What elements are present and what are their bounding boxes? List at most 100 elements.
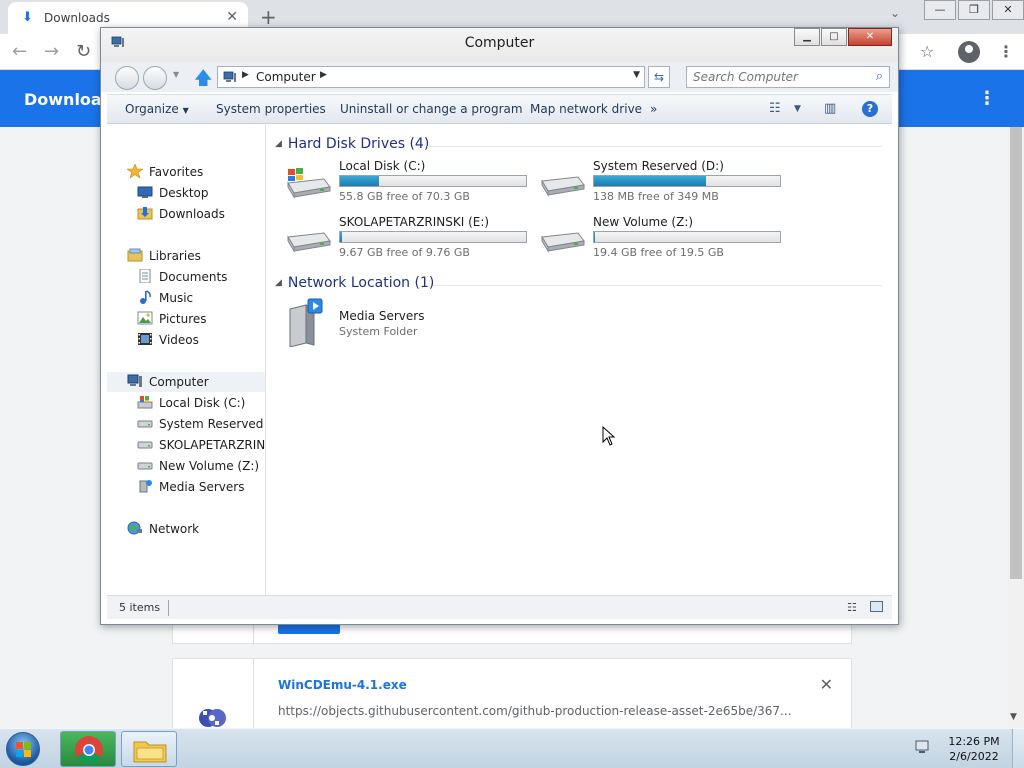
sidebar-item-libraries[interactable]: Libraries xyxy=(107,246,265,266)
view-options-dropdown-icon[interactable]: ▼ xyxy=(794,104,801,114)
group-header-network-location[interactable]: ◢ Network Location (1) xyxy=(275,275,434,291)
drive-free-space: 138 MB free of 349 MB xyxy=(593,190,719,203)
change-view-icon[interactable]: ☷ xyxy=(769,101,781,116)
search-input[interactable] xyxy=(687,67,865,87)
refresh-button[interactable]: ⇆ xyxy=(648,66,670,88)
drive-system-reserved-d[interactable]: System Reserved (D:) 138 MB free of 349 … xyxy=(538,159,788,207)
address-bar[interactable]: ▶ Computer ▶ ▼ xyxy=(217,66,645,88)
explorer-window: Computer ▁ □ ✕ ▼ 🡅 ▶ Computer ▶ ▼ ⇆ ⌕ xyxy=(100,27,899,625)
profile-avatar-icon[interactable] xyxy=(958,41,980,63)
drive-new-volume-z[interactable]: New Volume (Z:) 19.4 GB free of 19.5 GB xyxy=(538,215,788,263)
drive-usage-bar xyxy=(339,175,527,187)
page-scrollbar-thumb[interactable] xyxy=(1010,127,1022,579)
drive-local-disk-c[interactable]: Local Disk (C:) 55.8 GB free of 70.3 GB xyxy=(284,159,534,207)
sidebar-item-new-volume[interactable]: New Volume (Z:) xyxy=(107,456,265,476)
sidebar-item-network[interactable]: Network xyxy=(107,519,265,539)
card-divider xyxy=(253,659,254,739)
reload-icon[interactable]: ↻ xyxy=(76,41,91,62)
organize-label: Organize xyxy=(125,102,179,116)
download-file-link[interactable]: WinCDEmu-4.1.exe xyxy=(278,678,407,692)
drive-skola-e[interactable]: SKOLAPETARZRINSKI (E:) 9.67 GB free of 9… xyxy=(284,215,534,263)
chrome-minimize-button[interactable]: — xyxy=(924,0,956,20)
sidebar-item-media-servers[interactable]: Media Servers xyxy=(107,477,265,497)
maximize-button[interactable]: □ xyxy=(821,28,847,46)
windows-drive-icon xyxy=(287,168,331,199)
system-clock[interactable]: 12:26 PM 2/6/2022 xyxy=(942,734,1006,764)
map-network-drive-button[interactable]: Map network drive xyxy=(530,102,642,116)
drive-free-space: 9.67 GB free of 9.76 GB xyxy=(339,246,470,259)
close-button[interactable]: ✕ xyxy=(848,28,892,46)
mouse-cursor-icon xyxy=(602,426,616,446)
bookmark-star-icon[interactable]: ☆ xyxy=(920,42,934,61)
show-desktop-button[interactable] xyxy=(1012,729,1024,768)
sidebar-item-label: System Reserved (D: xyxy=(159,417,265,431)
chrome-close-button[interactable]: ✕ xyxy=(992,0,1024,20)
help-icon[interactable]: ? xyxy=(862,101,878,117)
start-button[interactable] xyxy=(6,732,40,766)
sidebar-item-documents[interactable]: Documents xyxy=(107,267,265,287)
new-tab-button[interactable]: + xyxy=(260,5,277,29)
remove-download-icon[interactable]: ✕ xyxy=(820,675,833,694)
clock-time: 12:26 PM xyxy=(948,735,1000,748)
sidebar-item-music[interactable]: Music xyxy=(107,288,265,308)
sidebar-item-desktop[interactable]: Desktop xyxy=(107,183,265,203)
collapse-triangle-icon[interactable]: ◢ xyxy=(275,139,282,149)
sidebar-item-pictures[interactable]: Pictures xyxy=(107,309,265,329)
scroll-down-arrow-icon[interactable]: ▼ xyxy=(1010,712,1017,722)
folder-icon xyxy=(133,741,167,763)
sidebar-item-label: Favorites xyxy=(149,165,204,179)
up-arrow-icon[interactable]: 🡅 xyxy=(194,66,213,96)
taskbar-explorer-button[interactable] xyxy=(121,731,177,767)
sidebar-item-skola-drive[interactable]: SKOLAPETARZRINSKI xyxy=(107,435,266,455)
tab-search-icon[interactable]: ⌄ xyxy=(890,6,900,20)
drive-usage-bar xyxy=(593,175,781,187)
minimize-button[interactable]: ▁ xyxy=(794,28,820,46)
preview-pane-icon[interactable]: ▥ xyxy=(824,101,836,116)
uninstall-program-button[interactable]: Uninstall or change a program xyxy=(340,102,523,116)
sidebar-item-favorites[interactable]: Favorites xyxy=(107,162,265,182)
group-header-hard-disk[interactable]: ◢ Hard Disk Drives (4) xyxy=(275,136,429,152)
sidebar-item-label: SKOLAPETARZRINSKI xyxy=(159,438,266,452)
sidebar-item-label: Media Servers xyxy=(159,480,245,494)
collapse-triangle-icon[interactable]: ◢ xyxy=(275,278,282,288)
sidebar-item-videos[interactable]: Videos xyxy=(107,330,265,350)
more-actions-icon[interactable]: ⋮ xyxy=(978,88,996,109)
large-icons-view-icon[interactable] xyxy=(870,601,883,612)
network-location-media-servers[interactable]: Media Servers System Folder xyxy=(284,297,534,351)
videos-film-icon xyxy=(138,333,152,345)
breadcrumb-arrow-icon[interactable]: ▶ xyxy=(320,70,327,80)
system-properties-button[interactable]: System properties xyxy=(216,102,326,116)
downloads-folder-icon xyxy=(137,207,153,220)
tab-title: Downloads xyxy=(44,11,110,25)
network-tray-icon[interactable] xyxy=(914,739,932,755)
more-commands-button[interactable]: » xyxy=(650,102,657,116)
details-view-icon[interactable]: ☷ xyxy=(847,601,857,614)
sidebar-item-label: Libraries xyxy=(149,249,201,263)
sidebar-item-local-disk[interactable]: Local Disk (C:) xyxy=(107,393,265,413)
breadcrumb-computer[interactable]: Computer xyxy=(256,70,316,84)
back-arrow-icon[interactable]: ← xyxy=(12,41,27,62)
forward-button[interactable] xyxy=(143,66,167,90)
media-server-icon xyxy=(139,480,152,493)
window-titlebar[interactable]: Computer ▁ □ ✕ xyxy=(101,28,898,62)
chrome-menu-icon[interactable]: ⋮ xyxy=(998,42,1014,61)
forward-arrow-icon[interactable]: → xyxy=(44,41,59,62)
chrome-restore-button[interactable]: ❐ xyxy=(958,0,990,20)
sidebar-item-label: Network xyxy=(149,522,200,536)
search-icon[interactable]: ⌕ xyxy=(876,69,883,84)
download-url[interactable]: https://objects.githubusercontent.com/gi… xyxy=(278,704,792,718)
organize-button[interactable]: Organize ▼ xyxy=(125,102,189,116)
taskbar-chrome-button[interactable] xyxy=(60,731,116,767)
show-in-folder-button[interactable] xyxy=(278,624,340,634)
drive-free-space: 19.4 GB free of 19.5 GB xyxy=(593,246,724,259)
address-history-dropdown-icon[interactable]: ▼ xyxy=(633,70,640,80)
breadcrumb-arrow-icon[interactable]: ▶ xyxy=(242,70,249,80)
search-box[interactable]: ⌕ xyxy=(686,66,890,88)
sidebar-item-downloads[interactable]: Downloads xyxy=(107,204,265,224)
recent-pages-dropdown-icon[interactable]: ▼ xyxy=(173,70,179,79)
close-tab-icon[interactable]: ✕ xyxy=(226,9,238,25)
back-button[interactable] xyxy=(115,66,139,90)
sidebar-item-system-reserved[interactable]: System Reserved (D: xyxy=(107,414,265,434)
sidebar-item-computer[interactable]: Computer xyxy=(107,372,265,392)
item-count: 5 items xyxy=(119,601,161,614)
